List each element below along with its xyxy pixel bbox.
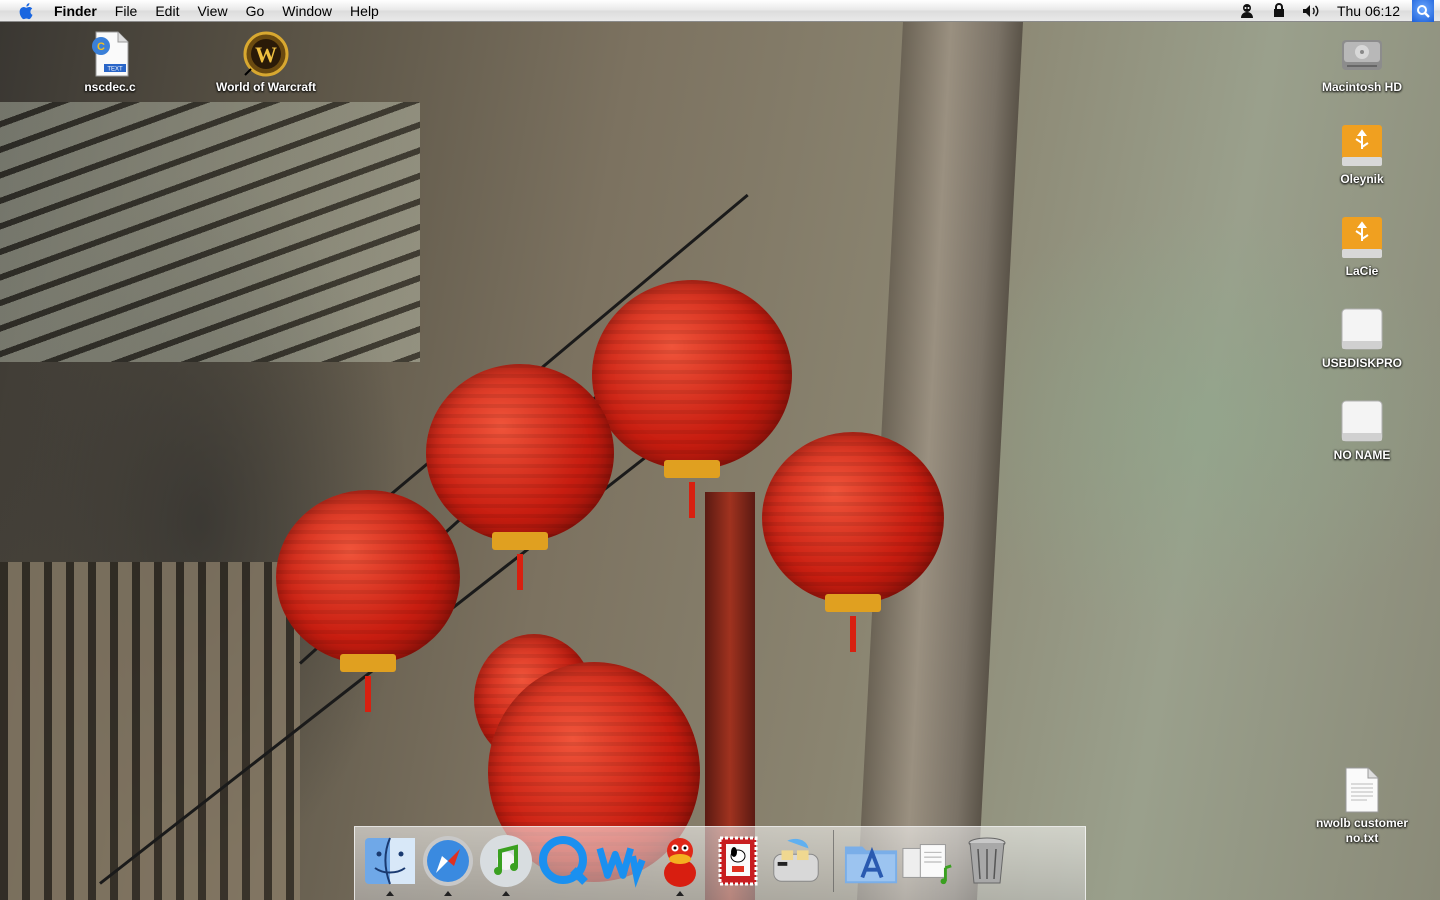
- desktop-icon-oleynik[interactable]: Oleynik: [1302, 122, 1422, 187]
- stamp-app-icon: [710, 833, 766, 889]
- menu-view[interactable]: View: [188, 0, 236, 22]
- dock-item-finder[interactable]: [361, 830, 419, 896]
- running-indicator: [386, 891, 394, 896]
- volume-icon[interactable]: [1302, 3, 1320, 19]
- trash-icon: [959, 833, 1015, 889]
- desktop-icon-nscdec[interactable]: TEXT C nscdec.c: [50, 30, 170, 95]
- hard-drive-icon: [1338, 30, 1386, 78]
- desktop-icon-label: nscdec.c: [84, 80, 136, 94]
- wallpaper-lantern: [762, 432, 944, 652]
- dock-item-trash[interactable]: [958, 830, 1016, 896]
- dock-item-adium[interactable]: [651, 830, 709, 896]
- desktop-icon-world-of-warcraft[interactable]: W World of Warcraft: [206, 30, 326, 95]
- desktop-icon-macintosh-hd[interactable]: Macintosh HD: [1302, 30, 1422, 95]
- svg-text:W: W: [255, 42, 277, 67]
- desktop-icon-label: nwolb customer no.txt: [1315, 816, 1408, 845]
- menu-help[interactable]: Help: [341, 0, 388, 22]
- usb-drive-icon: [1338, 214, 1386, 262]
- dock-item-itunes[interactable]: [477, 830, 535, 896]
- dock-item-stamp[interactable]: [709, 830, 767, 896]
- dock: [354, 826, 1086, 900]
- wallpaper-fire-escape: [0, 102, 420, 362]
- desktop-icon-label: Oleynik: [1340, 172, 1384, 186]
- quicktime-icon: [536, 833, 592, 889]
- dock-item-toast[interactable]: [767, 830, 825, 896]
- wallpaper: [0, 22, 1440, 900]
- removable-disk-icon: [1338, 398, 1386, 446]
- finder-icon: [362, 833, 418, 889]
- desktop-icon-label: World of Warcraft: [215, 80, 316, 94]
- desktop-icon-usbdiskpro[interactable]: USBDISKPRO: [1302, 306, 1422, 371]
- svg-text:TEXT: TEXT: [107, 67, 123, 73]
- menu-clock[interactable]: Thu 06:12: [1337, 3, 1400, 19]
- documents-stack-icon: [901, 833, 957, 889]
- text-file-icon: TEXT C: [86, 30, 134, 78]
- menu-go[interactable]: Go: [237, 0, 274, 22]
- desktop-icon-nwolb-customer[interactable]: nwolb customer no.txt: [1302, 766, 1422, 846]
- wallpaper-balcony: [0, 562, 300, 900]
- lock-icon[interactable]: [1270, 3, 1288, 19]
- wallpaper-lantern: [276, 490, 460, 712]
- dock-item-ww[interactable]: [593, 830, 651, 896]
- desktop-icon-label: NO NAME: [1333, 448, 1391, 462]
- dock-item-quicktime[interactable]: [535, 830, 593, 896]
- wallpaper-lantern: [592, 280, 792, 518]
- menu-window[interactable]: Window: [273, 0, 341, 22]
- running-indicator: [444, 891, 452, 896]
- dock-separator: [833, 830, 834, 892]
- dock-item-documents[interactable]: [900, 830, 958, 896]
- svg-text:C: C: [97, 41, 105, 53]
- menu-edit[interactable]: Edit: [146, 0, 188, 22]
- applications-folder-icon: [843, 833, 899, 889]
- desktop[interactable]: [0, 22, 1440, 900]
- desktop-icon-no-name[interactable]: NO NAME: [1302, 398, 1422, 463]
- warcraft-alias-icon: W: [242, 30, 290, 78]
- menu-file[interactable]: File: [106, 0, 147, 22]
- desktop-icon-label: LaCie: [1345, 264, 1379, 278]
- menu-bar: Finder File Edit View Go Window Help Thu…: [0, 0, 1440, 22]
- usb-drive-icon: [1338, 122, 1386, 170]
- desktop-icon-label: Macintosh HD: [1321, 80, 1402, 94]
- text-document-icon: [1338, 766, 1386, 814]
- safari-icon: [420, 833, 476, 889]
- dock-item-safari[interactable]: [419, 830, 477, 896]
- adium-duck-icon: [652, 833, 708, 889]
- apple-logo-icon[interactable]: [18, 2, 36, 20]
- desktop-icon-lacie[interactable]: LaCie: [1302, 214, 1422, 279]
- removable-disk-icon: [1338, 306, 1386, 354]
- spotlight-icon[interactable]: [1412, 0, 1434, 22]
- itunes-icon: [478, 833, 534, 889]
- ww-app-icon: [594, 833, 650, 889]
- user-account-icon[interactable]: [1238, 3, 1256, 19]
- running-indicator: [676, 891, 684, 896]
- menu-app-finder[interactable]: Finder: [54, 0, 106, 22]
- toaster-icon: [768, 833, 824, 889]
- wallpaper-lantern: [426, 364, 614, 590]
- dock-item-applications[interactable]: [842, 830, 900, 896]
- desktop-icon-label: USBDISKPRO: [1321, 356, 1402, 370]
- running-indicator: [502, 891, 510, 896]
